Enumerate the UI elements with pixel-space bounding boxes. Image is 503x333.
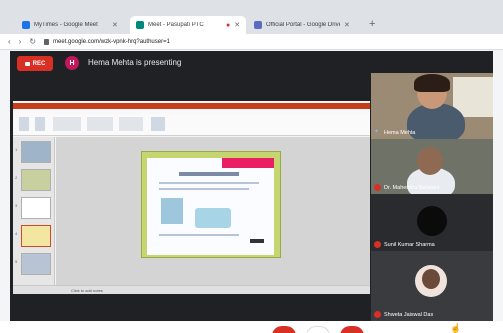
new-tab-button[interactable]: + [369, 18, 375, 30]
participant-tile[interactable]: Shweta Jaiswal Das [371, 251, 493, 321]
muted-mic-icon [374, 241, 381, 248]
participant-name: Dr. Mahendra Bahadur [384, 184, 440, 191]
browser-tab-2-active[interactable]: Meet - Pasupati PTC ● ✕ [130, 16, 247, 34]
document-signature [250, 239, 264, 243]
muted-mic-icon [374, 311, 381, 318]
leave-call-button[interactable] [340, 326, 364, 333]
meet-stage: REC H Hema Mehta is presenting 1 2 3 4 5… [10, 51, 493, 321]
slide-thumbnail [21, 169, 51, 191]
presenter-avatar: H [65, 56, 79, 70]
participant-name: Shweta Jaiswal Das [384, 311, 434, 318]
browser-toolbar: ‹ › ↻ meet.google.com/wzk-vpnk-hrq?authu… [0, 34, 503, 50]
participant-tile[interactable]: Sunil Kumar Sharma [371, 194, 493, 251]
paste-icon [19, 117, 29, 131]
shared-screen: 1 2 3 4 5 Click to add notes [13, 101, 370, 294]
slide-thumbnails-pane: 1 2 3 4 5 [13, 137, 55, 285]
address-bar[interactable]: meet.google.com/wzk-vpnk-hrq?authuser=1 [44, 38, 170, 45]
slide-thumbnail [21, 253, 51, 275]
current-slide [141, 151, 281, 258]
presenting-banner: Hema Mehta is presenting [88, 58, 182, 67]
slide-number: 1 [15, 147, 18, 152]
browser-tab-title: MyTimes - Google Meet [34, 22, 98, 28]
font-group [53, 117, 81, 131]
drive-favicon-icon [254, 21, 262, 29]
participant-avatar [417, 206, 447, 236]
paragraph-group [87, 117, 113, 131]
url-text: meet.google.com/wzk-vpnk-hrq?authuser=1 [53, 38, 170, 45]
participant-name: Hema Mehta [384, 129, 416, 136]
powerpoint-status-bar: Click to add notes [13, 285, 370, 294]
lock-icon [44, 38, 50, 45]
document-photo [161, 198, 183, 224]
browser-tab-title: Meet - Pasupati PTC [148, 22, 204, 28]
participant-face [417, 147, 443, 175]
slide-number: 2 [15, 175, 18, 180]
close-tab-icon[interactable]: ✕ [344, 21, 350, 29]
participant-tile[interactable]: ✦ Hema Mehta [371, 73, 493, 139]
screen: MyTimes - Google Meet ✕ Meet - Pasupati … [0, 0, 503, 333]
document-line [159, 188, 249, 190]
slide-canvas [56, 137, 370, 285]
record-camera-icon [24, 61, 30, 66]
browser-tab-strip: MyTimes - Google Meet ✕ Meet - Pasupati … [0, 0, 503, 34]
browser-tab-3[interactable]: Official Portal - Google Drive ✕ [248, 16, 356, 34]
close-tab-icon[interactable]: ✕ [112, 21, 118, 29]
browser-tab-title: Official Portal - Google Drive [266, 22, 340, 28]
slide-thumbnail [21, 197, 51, 219]
new-slide-icon [35, 117, 45, 131]
editing-group [151, 117, 165, 131]
pointer-cursor-icon: ☝ [450, 323, 462, 333]
slide-thumbnail-selected [21, 225, 51, 247]
participant-hair [414, 74, 450, 92]
meet-favicon-icon [22, 21, 30, 29]
recording-badge: REC [17, 56, 53, 71]
muted-mic-icon [374, 184, 381, 191]
call-controls-bar: ☝ [0, 321, 503, 333]
drawing-group [119, 117, 143, 131]
close-tab-icon[interactable]: ✕ [234, 21, 240, 29]
back-arrow-icon[interactable]: ‹ [8, 37, 11, 47]
participant-name-tag: Sunil Kumar Sharma [374, 241, 435, 248]
certificate-image [147, 158, 274, 255]
slide-number: 5 [15, 259, 18, 264]
slide-number: 4 [15, 231, 18, 236]
document-stamp [195, 208, 231, 228]
browser-tab-1[interactable]: MyTimes - Google Meet ✕ [16, 16, 124, 34]
participant-name-tag: ✦ Hema Mehta [374, 129, 416, 136]
reload-icon[interactable]: ↻ [29, 37, 36, 47]
meet-favicon-icon [136, 21, 144, 29]
document-line [159, 234, 239, 236]
pin-icon: ✦ [374, 129, 380, 135]
document-heading [179, 172, 239, 176]
forward-arrow-icon[interactable]: › [19, 37, 22, 47]
avatar-portrait [422, 269, 440, 289]
pink-banner [222, 158, 274, 168]
camera-toggle-button[interactable] [306, 326, 330, 333]
slide-number: 3 [15, 203, 18, 208]
document-line [159, 182, 259, 184]
powerpoint-ribbon [13, 114, 370, 136]
participant-name-tag: Shweta Jaiswal Das [374, 311, 433, 318]
recording-dot-icon: ● [226, 21, 231, 29]
mic-toggle-button[interactable] [272, 326, 296, 333]
participant-name: Sunil Kumar Sharma [384, 241, 435, 248]
slide-thumbnail [21, 141, 51, 163]
participant-name-tag: Dr. Mahendra Bahadur [374, 184, 440, 191]
participant-tile[interactable]: Dr. Mahendra Bahadur [371, 139, 493, 194]
recording-label: REC [32, 60, 46, 67]
